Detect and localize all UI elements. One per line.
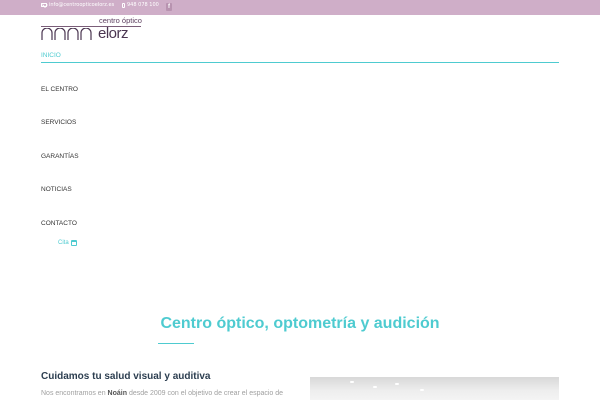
- logo-name: elorz: [98, 25, 129, 42]
- nav-item-inicio[interactable]: INICIO: [41, 52, 61, 59]
- site-logo[interactable]: centro óptico elorz: [41, 16, 142, 42]
- intro-paragraph: Nos encontramos en Noáin desde 2009 con …: [41, 390, 291, 397]
- top-bar: info@centroopticoelorz.es 948 078 100 f: [0, 0, 600, 15]
- phone-link[interactable]: 948 078 100: [122, 2, 159, 8]
- cita-label[interactable]: Cita: [58, 240, 69, 246]
- logo-tagline: centro óptico: [99, 16, 142, 25]
- logo-arches-icon: [41, 28, 92, 40]
- section-title: Centro óptico, optometría y audición: [160, 315, 440, 332]
- mail-icon: [41, 3, 47, 7]
- phone-text[interactable]: 948 078 100: [127, 2, 159, 8]
- store-photo: [310, 377, 559, 400]
- intro-suffix: desde 2009 con el objetivo de crear el e…: [127, 390, 284, 397]
- phone-icon: [122, 2, 125, 8]
- intro-location: Noáin: [107, 390, 127, 397]
- cita-link[interactable]: Cita: [58, 240, 77, 246]
- ceiling-light: [350, 381, 354, 383]
- email-text[interactable]: info@centroopticoelorz.es: [49, 2, 114, 8]
- email-link[interactable]: info@centroopticoelorz.es: [41, 2, 114, 8]
- nav-active-underline: [41, 62, 559, 63]
- title-divider: [158, 343, 194, 344]
- nav-item-garantias[interactable]: GARANTÍAS: [41, 153, 79, 160]
- nav-item-contacto[interactable]: CONTACTO: [41, 220, 77, 227]
- facebook-icon[interactable]: f: [166, 3, 172, 11]
- nav-item-noticias[interactable]: NOTICIAS: [41, 186, 72, 193]
- nav-item-servicios[interactable]: SERVICIOS: [41, 119, 76, 126]
- ceiling-light: [373, 386, 377, 388]
- nav-item-el-centro[interactable]: EL CENTRO: [41, 86, 78, 93]
- calendar-icon[interactable]: [70, 240, 77, 246]
- ceiling-light: [420, 389, 424, 391]
- subheading: Cuidamos tu salud visual y auditiva: [41, 371, 211, 382]
- ceiling-light: [395, 383, 399, 385]
- intro-prefix: Nos encontramos en: [41, 390, 108, 397]
